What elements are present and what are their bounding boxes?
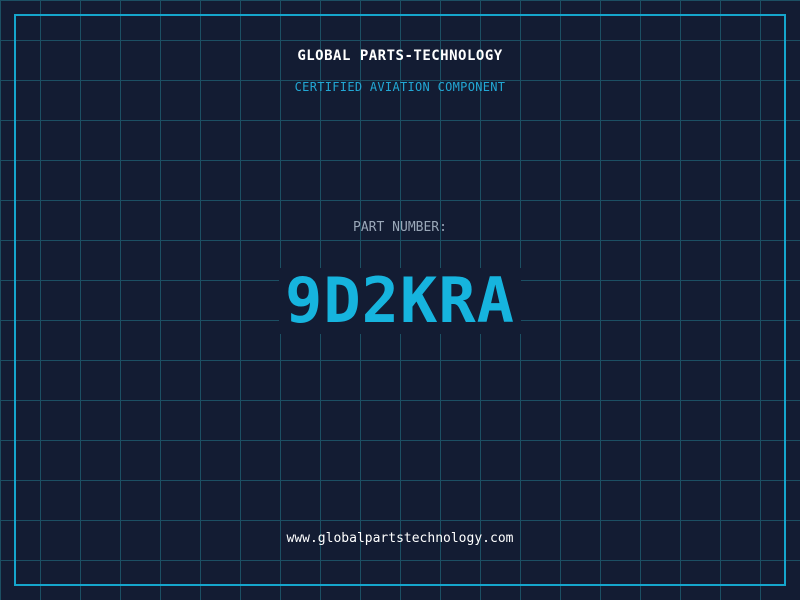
brand-tagline: CERTIFIED AVIATION COMPONENT <box>294 80 506 94</box>
part-number-container: 9D2KRA <box>0 268 800 334</box>
part-number-value: 9D2KRA <box>279 268 521 334</box>
part-number-label: PART NUMBER: <box>353 220 447 235</box>
website-url: www.globalpartstechnology.com <box>286 531 514 546</box>
brand-name: GLOBAL PARTS-TECHNOLOGY <box>297 48 503 64</box>
